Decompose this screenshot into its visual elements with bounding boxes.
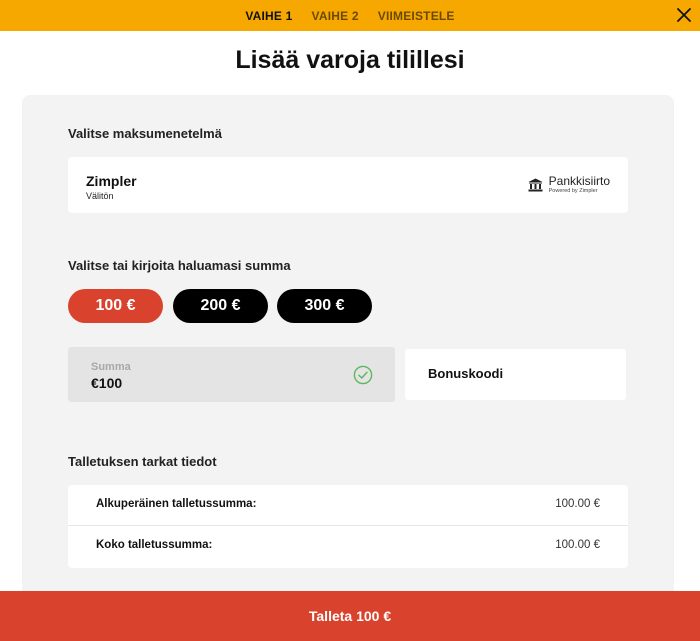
amount-200-button[interactable]: 200 €: [173, 289, 268, 323]
step-2: VAIHE 2: [311, 8, 359, 23]
bank-icon: [528, 178, 543, 192]
total-amount-value: 100.00 €: [555, 539, 600, 551]
original-amount-value: 100.00 €: [555, 498, 600, 510]
page-title: Lisää varoja tilillesi: [235, 46, 465, 74]
sum-value: €100: [91, 375, 123, 391]
step-1: VAIHE 1: [245, 8, 293, 23]
deposit-submit-button[interactable]: Talleta 100 €: [0, 591, 700, 641]
brand-powered-by: Powered by Zimpler: [548, 188, 598, 194]
original-amount-label: Alkuperäinen talletussumma:: [96, 498, 257, 510]
bonus-code-label: Bonuskoodi: [428, 366, 504, 381]
detail-row: Koko talletussumma: 100.00 €: [68, 526, 628, 567]
brand-name: Pankkisiirto: [548, 174, 610, 188]
sum-input[interactable]: Summa €100: [68, 347, 395, 402]
sum-field-label: Summa: [91, 361, 131, 373]
top-bar: VAIHE 1 VAIHE 2 VIIMEISTELE: [0, 0, 700, 31]
amount-label: Valitse tai kirjoita haluamasi summa: [68, 258, 291, 273]
pankkisiirto-logo: Pankkisiirto Powered by Zimpler: [528, 175, 610, 195]
close-icon[interactable]: [675, 6, 693, 24]
detail-row: Alkuperäinen talletussumma: 100.00 €: [68, 485, 628, 526]
amount-300-button[interactable]: 300 €: [277, 289, 372, 323]
method-name: Zimpler: [86, 173, 137, 189]
check-circle-icon: [353, 365, 373, 385]
total-amount-label: Koko talletussumma:: [96, 539, 213, 551]
deposit-details-card: Alkuperäinen talletussumma: 100.00 € Kok…: [68, 485, 628, 568]
payment-method-label: Valitse maksumenetelmä: [68, 126, 222, 141]
bonus-code-input[interactable]: Bonuskoodi: [405, 349, 626, 400]
step-finalize: VIIMEISTELE: [377, 8, 455, 23]
method-subtitle: Välitön: [86, 191, 114, 201]
payment-method-card[interactable]: Zimpler Välitön Pankkisiirto Powered by …: [68, 157, 628, 213]
amount-100-button[interactable]: 100 €: [68, 289, 163, 323]
step-indicator: VAIHE 1 VAIHE 2 VIIMEISTELE: [0, 0, 700, 31]
deposit-details-label: Talletuksen tarkat tiedot: [68, 454, 217, 469]
